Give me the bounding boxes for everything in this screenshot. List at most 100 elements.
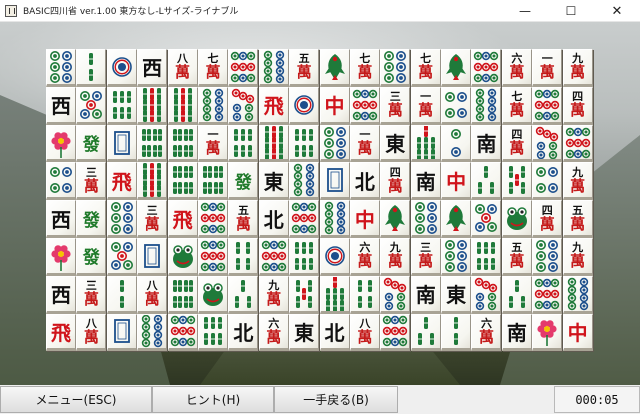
maximize-button[interactable]: ☐ — [548, 0, 594, 22]
tile-flower-icon[interactable] — [532, 313, 563, 352]
tile-bamboo-8[interactable] — [197, 162, 228, 201]
tile-white-dragon[interactable] — [106, 313, 137, 352]
tile-dots-9[interactable] — [197, 200, 228, 238]
tile-flower-icon[interactable] — [46, 237, 76, 276]
close-button[interactable]: ✕ — [594, 0, 640, 22]
tile-characters-3[interactable]: 三萬 — [380, 86, 411, 125]
tile-characters-9[interactable]: 九萬 — [258, 275, 289, 314]
tile-bamboo-9[interactable] — [167, 86, 198, 125]
tile-dots-6[interactable] — [46, 49, 76, 87]
tile-characters-1[interactable]: 一萬 — [532, 49, 563, 87]
tile-characters-1[interactable]: 一萬 — [349, 124, 380, 163]
tile-characters-4[interactable]: 四萬 — [380, 162, 411, 201]
tile-west[interactable]: 西 — [46, 86, 76, 125]
tile-characters-5[interactable]: 五萬 — [501, 237, 532, 276]
tile-dots-8[interactable] — [289, 162, 320, 201]
tile-characters-7[interactable]: 七萬 — [349, 49, 380, 87]
tile-green-dragon[interactable]: 發 — [76, 124, 107, 163]
tile-dots-6[interactable] — [410, 200, 441, 238]
tile-flower-icon[interactable] — [46, 124, 76, 163]
tile-bamboo-8[interactable] — [137, 124, 168, 163]
tile-dots-1[interactable] — [319, 237, 350, 276]
tile-dots-1[interactable] — [289, 86, 320, 125]
tile-bird-icon[interactable] — [380, 200, 411, 238]
minimize-button[interactable]: — — [502, 0, 548, 22]
tile-dots-7[interactable] — [228, 86, 259, 125]
hint-button[interactable]: ヒント(H) — [152, 386, 274, 413]
tile-bamboo-9[interactable] — [137, 86, 168, 125]
tile-dots-2[interactable] — [441, 124, 472, 163]
tile-dots-8[interactable] — [137, 313, 168, 352]
tile-bamboo-6[interactable] — [106, 86, 137, 125]
tile-flying[interactable]: 飛 — [106, 162, 137, 201]
tile-dots-8[interactable] — [258, 49, 289, 87]
tile-dots-6[interactable] — [532, 237, 563, 276]
tile-flying[interactable]: 飛 — [167, 200, 198, 238]
tile-bamboo-3[interactable] — [410, 313, 441, 352]
tile-east[interactable]: 東 — [380, 124, 411, 163]
tile-west[interactable]: 西 — [46, 200, 76, 238]
tile-characters-8[interactable]: 八萬 — [167, 49, 198, 87]
tile-dots-8[interactable] — [471, 86, 502, 125]
menu-button[interactable]: メニュー(ESC) — [0, 386, 152, 413]
tile-dots-9[interactable] — [532, 86, 563, 125]
tile-west[interactable]: 西 — [137, 49, 168, 87]
tile-bamboo-8[interactable] — [167, 275, 198, 314]
tile-bamboo-2[interactable] — [441, 313, 472, 352]
tile-dots-6[interactable] — [319, 124, 350, 163]
tile-west[interactable]: 西 — [46, 275, 76, 314]
tile-bird-icon[interactable] — [319, 49, 350, 87]
tile-dots-9[interactable] — [380, 313, 411, 352]
tile-characters-9[interactable]: 九萬 — [562, 162, 593, 201]
tile-characters-7[interactable]: 七萬 — [410, 49, 441, 87]
tile-bamboo-6[interactable] — [289, 237, 320, 276]
tile-dots-7[interactable] — [471, 275, 502, 314]
tile-characters-5[interactable]: 五萬 — [562, 200, 593, 238]
tile-dots-9[interactable] — [471, 49, 502, 87]
tile-south[interactable]: 南 — [410, 275, 441, 314]
tile-south[interactable]: 南 — [501, 313, 532, 352]
tile-flying[interactable]: 飛 — [46, 313, 76, 352]
tile-north[interactable]: 北 — [228, 313, 259, 352]
tile-characters-4[interactable]: 四萬 — [532, 200, 563, 238]
tile-frog-icon[interactable] — [501, 200, 532, 238]
tile-bird-icon[interactable] — [441, 49, 472, 87]
tile-dots-7[interactable] — [380, 275, 411, 314]
tile-characters-5[interactable]: 五萬 — [289, 49, 320, 87]
tile-dots-4[interactable] — [532, 162, 563, 201]
tile-red-dragon[interactable]: 中 — [319, 86, 350, 125]
tile-characters-3[interactable]: 三萬 — [410, 237, 441, 276]
tile-dots-6[interactable] — [106, 200, 137, 238]
tile-bamboo-9[interactable] — [137, 162, 168, 201]
tile-dots-8[interactable] — [562, 275, 593, 314]
tile-red-dragon[interactable]: 中 — [562, 313, 593, 352]
tile-bamboo-7[interactable] — [410, 124, 441, 163]
tile-red-dragon[interactable]: 中 — [349, 200, 380, 238]
tile-characters-8[interactable]: 八萬 — [76, 313, 107, 352]
tile-characters-3[interactable]: 三萬 — [76, 275, 107, 314]
tile-bamboo-4[interactable] — [228, 237, 259, 276]
tile-dots-9[interactable] — [562, 124, 593, 163]
tile-characters-9[interactable]: 九萬 — [380, 237, 411, 276]
tile-dots-5[interactable] — [76, 86, 107, 125]
tile-characters-1[interactable]: 一萬 — [410, 86, 441, 125]
tile-dots-6[interactable] — [441, 237, 472, 276]
tile-dots-9[interactable] — [349, 86, 380, 125]
tile-characters-1[interactable]: 一萬 — [197, 124, 228, 163]
tile-characters-7[interactable]: 七萬 — [501, 86, 532, 125]
tile-bamboo-3[interactable] — [501, 275, 532, 314]
tile-characters-6[interactable]: 六萬 — [471, 313, 502, 352]
tile-characters-6[interactable]: 六萬 — [501, 49, 532, 87]
tile-dots-8[interactable] — [319, 200, 350, 238]
tile-bamboo-2[interactable] — [106, 275, 137, 314]
tile-east[interactable]: 東 — [289, 313, 320, 352]
tile-green-dragon[interactable]: 發 — [76, 200, 107, 238]
tile-bamboo-3[interactable] — [471, 162, 502, 201]
tile-bamboo-4[interactable] — [349, 275, 380, 314]
tile-characters-7[interactable]: 七萬 — [197, 49, 228, 87]
tile-frog-icon[interactable] — [167, 237, 198, 276]
tile-dots-5[interactable] — [471, 200, 502, 238]
tile-characters-6[interactable]: 六萬 — [349, 237, 380, 276]
tile-red-dragon[interactable]: 中 — [441, 162, 472, 201]
tile-dots-1[interactable] — [106, 49, 137, 87]
